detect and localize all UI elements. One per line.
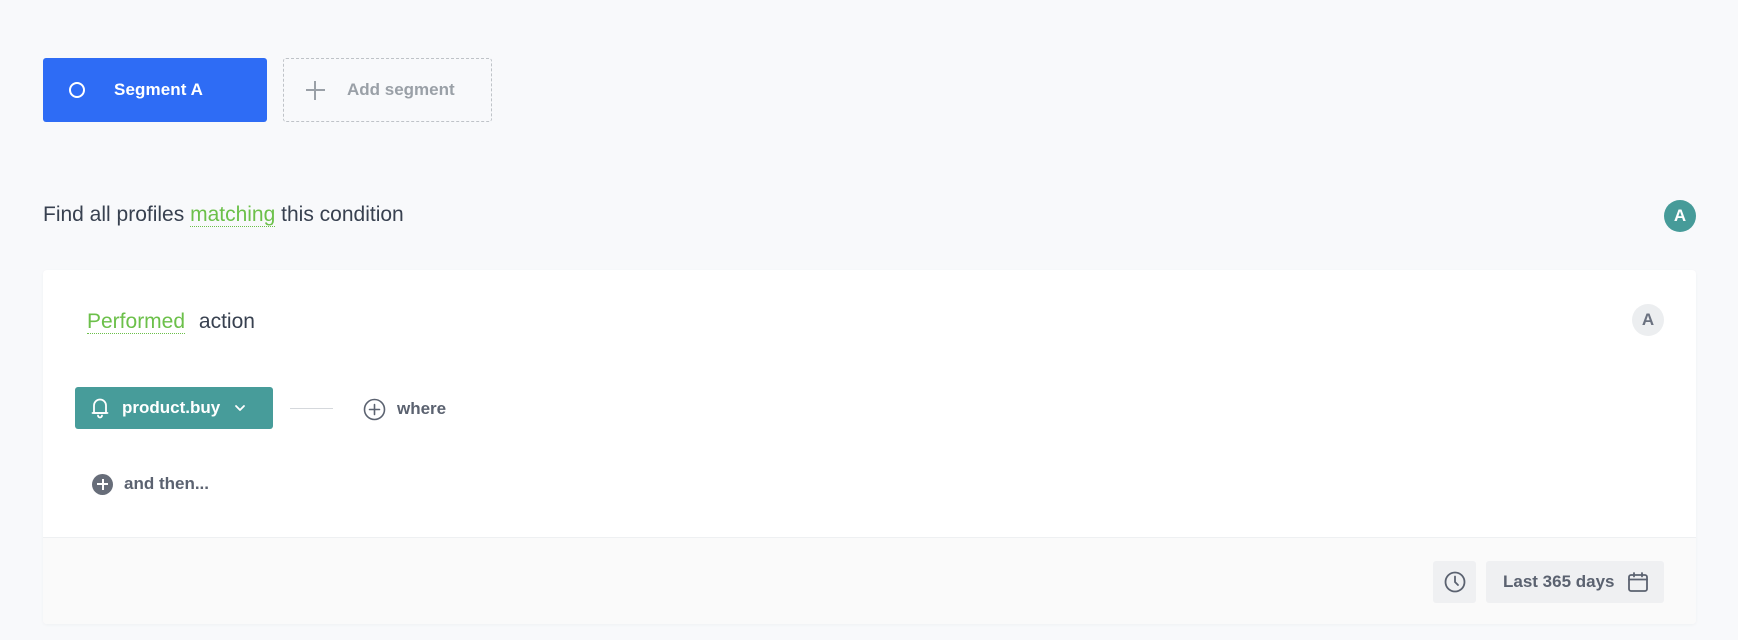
- add-segment-button[interactable]: Add segment: [283, 58, 492, 122]
- calendar-icon: [1627, 572, 1648, 592]
- card-footer: Last 365 days: [43, 537, 1696, 624]
- date-range-button[interactable]: Last 365 days: [1486, 561, 1664, 603]
- connector-line: [290, 408, 333, 409]
- circle-outline-icon: [69, 82, 85, 98]
- time-settings-button[interactable]: [1433, 561, 1476, 603]
- segment-a-label: Segment A: [114, 80, 204, 99]
- condition-badge: A: [1664, 200, 1696, 232]
- plus-icon: [306, 80, 325, 100]
- and-then-button[interactable]: and then...: [92, 472, 209, 496]
- condition-prefix: Find all profiles: [43, 203, 185, 226]
- condition-heading: Find all profiles matching this conditio…: [43, 203, 404, 227]
- match-mode-dropdown[interactable]: matching: [190, 203, 276, 227]
- condition-suffix: this condition: [281, 203, 404, 226]
- segment-a-tab[interactable]: Segment A: [43, 58, 267, 122]
- step-badge: A: [1632, 304, 1664, 336]
- and-then-label: and then...: [124, 474, 209, 493]
- condition-card: Performed action A product.buy where and…: [43, 270, 1696, 624]
- plus-circle-icon: [363, 398, 386, 420]
- where-label: where: [397, 399, 447, 418]
- clock-icon: [1444, 571, 1465, 593]
- step-title: Performed action: [87, 310, 255, 334]
- step-verb-dropdown[interactable]: Performed: [87, 310, 186, 334]
- event-select[interactable]: product.buy: [75, 387, 273, 429]
- add-segment-label: Add segment: [347, 80, 455, 99]
- event-label: product.buy: [122, 398, 221, 417]
- date-range-label: Last 365 days: [1503, 572, 1615, 591]
- plus-circle-filled-icon: [92, 473, 113, 495]
- add-where-button[interactable]: where: [363, 397, 446, 421]
- step-noun: action: [198, 310, 255, 333]
- bell-icon: [91, 398, 109, 419]
- chevron-down-icon: [235, 405, 246, 411]
